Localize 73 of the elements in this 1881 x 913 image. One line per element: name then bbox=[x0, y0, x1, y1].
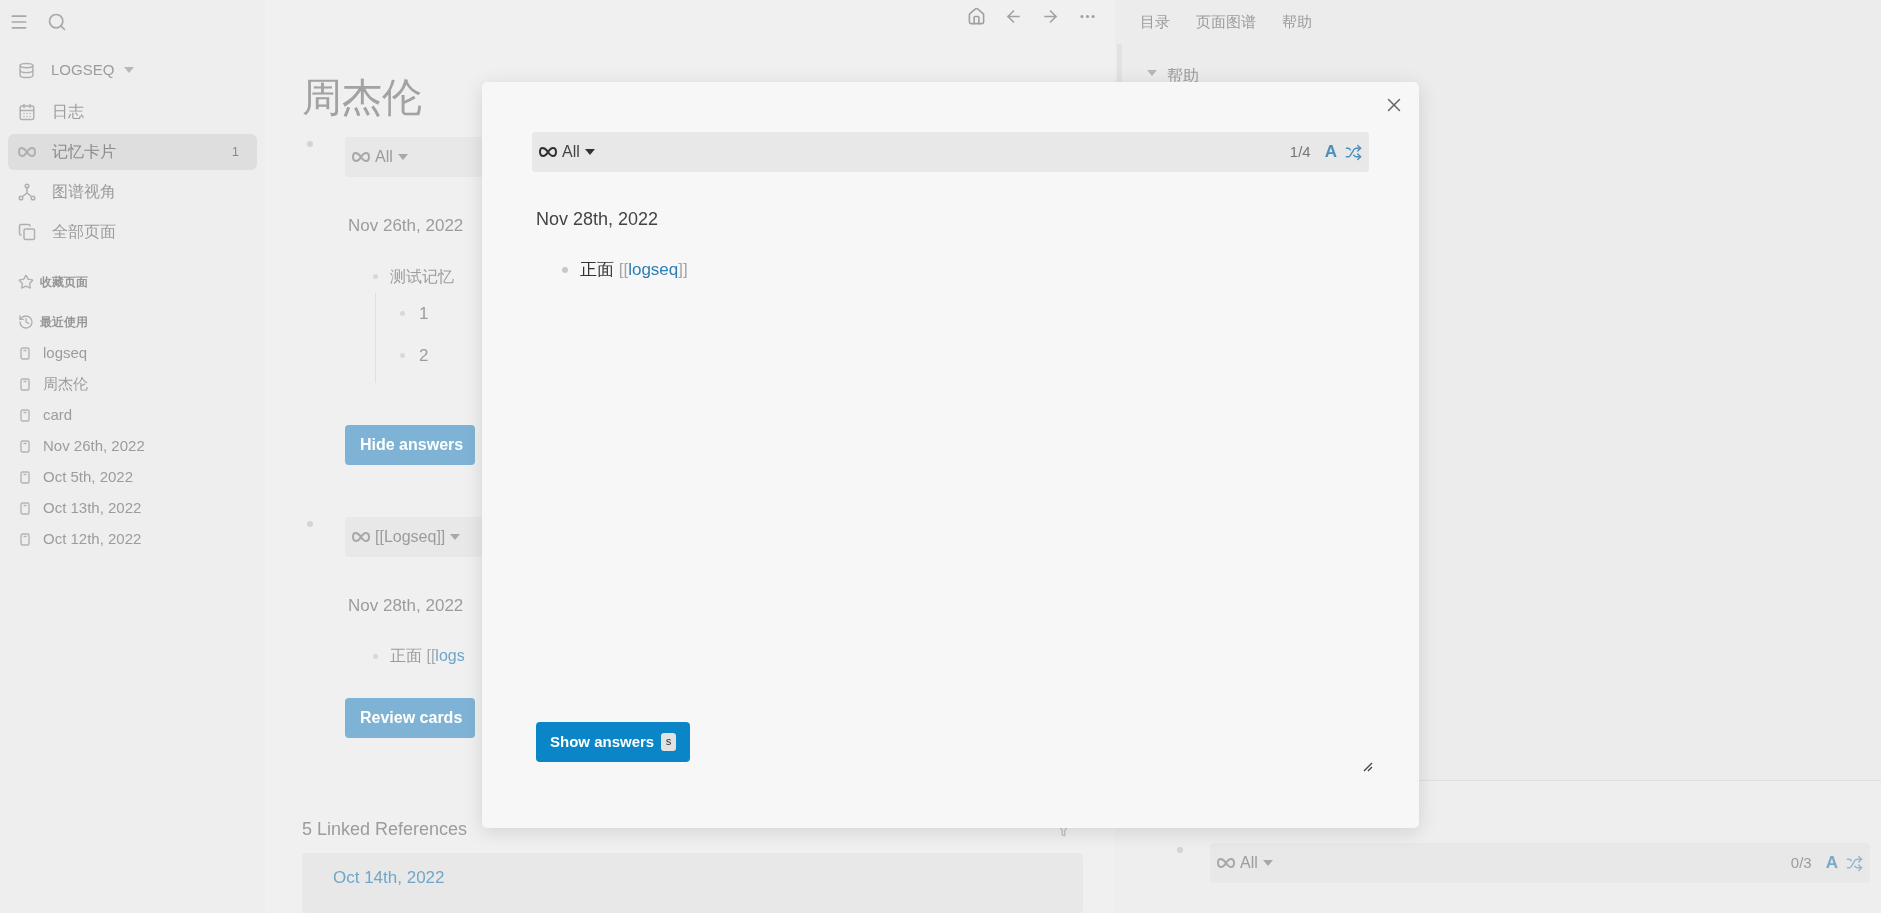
shuffle-icon[interactable] bbox=[1345, 143, 1362, 161]
recent-page-link[interactable]: 周杰伦 bbox=[43, 373, 88, 396]
nav-item[interactable]: 全部页面 bbox=[8, 214, 257, 250]
graph-selector[interactable]: LOGSEQ bbox=[51, 58, 135, 82]
bullet[interactable] bbox=[307, 141, 313, 147]
page-icon bbox=[20, 409, 30, 422]
card-action-button[interactable]: Hide answers bbox=[345, 424, 475, 465]
nav-item[interactable]: 日志 bbox=[8, 94, 257, 130]
caret-icon bbox=[397, 154, 408, 160]
database-icon bbox=[18, 61, 35, 79]
star-icon bbox=[18, 274, 34, 290]
linked-references-heading: 5 Linked References bbox=[302, 818, 468, 841]
caret-icon bbox=[124, 67, 135, 73]
caret-icon bbox=[1147, 70, 1157, 76]
graph-icon bbox=[18, 183, 36, 201]
block-text: 正面 [[logs bbox=[390, 646, 465, 666]
nav-item[interactable]: 图谱视角 bbox=[8, 174, 257, 210]
back-icon[interactable] bbox=[1004, 7, 1023, 26]
forward-icon[interactable] bbox=[1041, 7, 1060, 26]
recent-page-link[interactable]: logseq bbox=[43, 342, 88, 365]
recent-page-link[interactable]: card bbox=[43, 404, 73, 427]
block-text: 正面 [[logseq]] bbox=[580, 259, 688, 281]
card-counter: 0/3 bbox=[1790, 852, 1812, 873]
infinity-icon bbox=[1217, 858, 1235, 868]
page-icon bbox=[20, 347, 30, 360]
filter-dropdown[interactable]: All bbox=[352, 145, 408, 169]
page-icon bbox=[20, 502, 30, 515]
bullet[interactable] bbox=[307, 520, 313, 527]
section-heading: 收藏页面 bbox=[40, 274, 88, 291]
sidebar-tab[interactable]: 目录 bbox=[1140, 10, 1170, 34]
journal-date: Nov 28th, 2022 bbox=[348, 594, 464, 617]
page-icon bbox=[20, 440, 30, 453]
infinity-icon bbox=[18, 147, 36, 157]
journal-date: Nov 28th, 2022 bbox=[536, 208, 659, 231]
card-counter: 1/4 bbox=[1289, 141, 1311, 162]
page-title: 周杰伦 bbox=[302, 74, 422, 121]
search-icon[interactable] bbox=[47, 12, 67, 32]
show-answers-button[interactable]: Show answers s bbox=[536, 722, 690, 762]
block-text: 2 bbox=[419, 344, 429, 367]
page-icon bbox=[20, 471, 30, 484]
resize-handle-icon[interactable] bbox=[1363, 762, 1373, 772]
block-text: 测试记忆 bbox=[390, 266, 454, 287]
font-toggle[interactable]: A bbox=[1825, 850, 1838, 876]
history-icon bbox=[18, 314, 34, 330]
shuffle-icon[interactable] bbox=[1846, 854, 1863, 872]
card-action-button[interactable]: Review cards bbox=[345, 698, 475, 738]
block-text: 1 bbox=[419, 302, 429, 325]
filter-dropdown[interactable]: All bbox=[539, 140, 595, 164]
pages-icon bbox=[18, 223, 36, 241]
journal-date: Nov 26th, 2022 bbox=[348, 215, 464, 237]
caret-icon bbox=[450, 533, 461, 540]
recent-page-link[interactable]: Oct 13th, 2022 bbox=[43, 497, 142, 520]
sidebar-tab[interactable]: 帮助 bbox=[1282, 10, 1312, 34]
page-icon bbox=[20, 533, 30, 546]
filter-dropdown[interactable]: All bbox=[1217, 851, 1273, 875]
caret-icon bbox=[584, 149, 595, 155]
caret-icon bbox=[1262, 860, 1273, 866]
home-icon[interactable] bbox=[967, 7, 986, 26]
sidebar-tab[interactable]: 页面图谱 bbox=[1196, 10, 1256, 34]
recent-page-link[interactable]: Oct 12th, 2022 bbox=[43, 528, 142, 551]
reference-date[interactable]: Oct 14th, 2022 bbox=[333, 868, 445, 887]
infinity-icon bbox=[352, 152, 370, 162]
calendar-icon bbox=[18, 103, 36, 121]
nav-item[interactable]: 记忆卡片 1 bbox=[8, 134, 257, 170]
infinity-icon bbox=[352, 531, 370, 542]
recent-page-link[interactable]: Nov 26th, 2022 bbox=[43, 435, 145, 458]
page-icon bbox=[20, 378, 30, 391]
infinity-icon bbox=[539, 147, 557, 157]
filter-dropdown[interactable]: [[Logseq]] bbox=[352, 524, 461, 549]
menu-icon[interactable] bbox=[9, 12, 29, 32]
recent-page-link[interactable]: Oct 5th, 2022 bbox=[43, 466, 134, 489]
section-heading: 最近使用 bbox=[40, 314, 88, 331]
font-toggle[interactable]: A bbox=[1324, 139, 1337, 165]
